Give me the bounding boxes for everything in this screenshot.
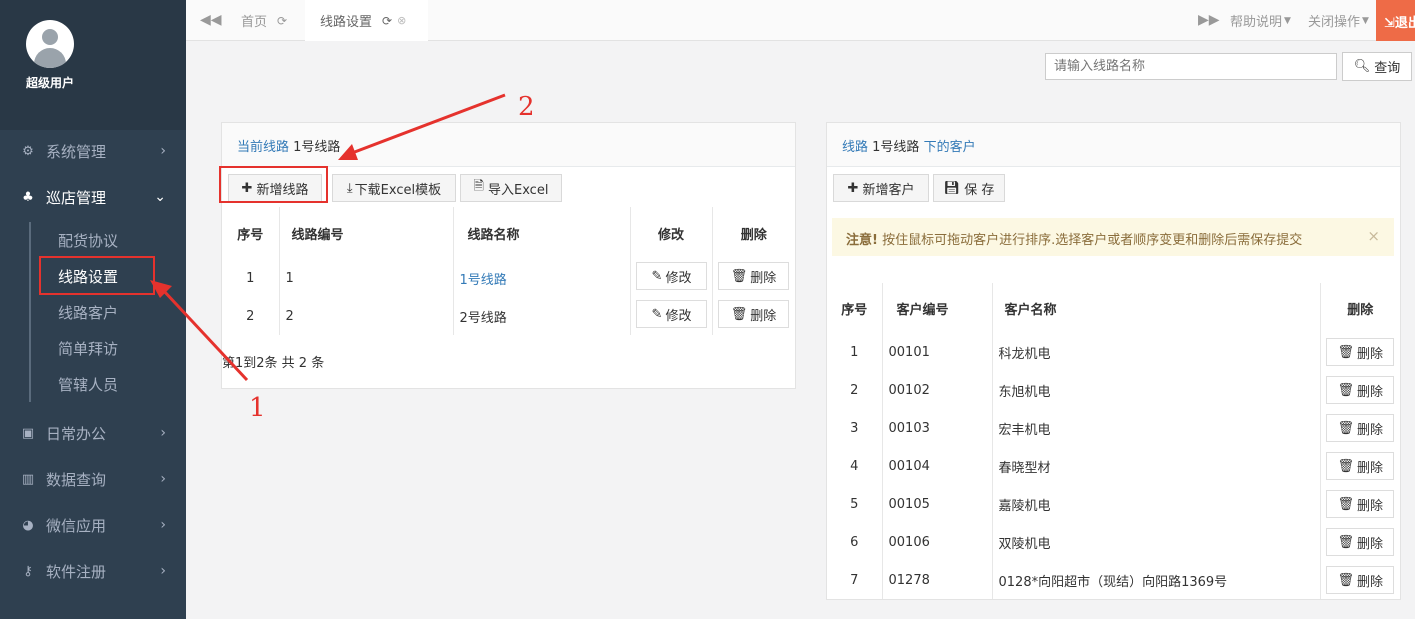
annotation-label-2: 2	[518, 92, 535, 122]
annotation-arrows	[150, 93, 506, 382]
annotation-arrow-2	[351, 93, 506, 155]
annotation-arrow-1	[161, 288, 249, 382]
annotation-arrowhead-2	[338, 144, 358, 160]
annotation-label-1: 1	[249, 393, 266, 423]
